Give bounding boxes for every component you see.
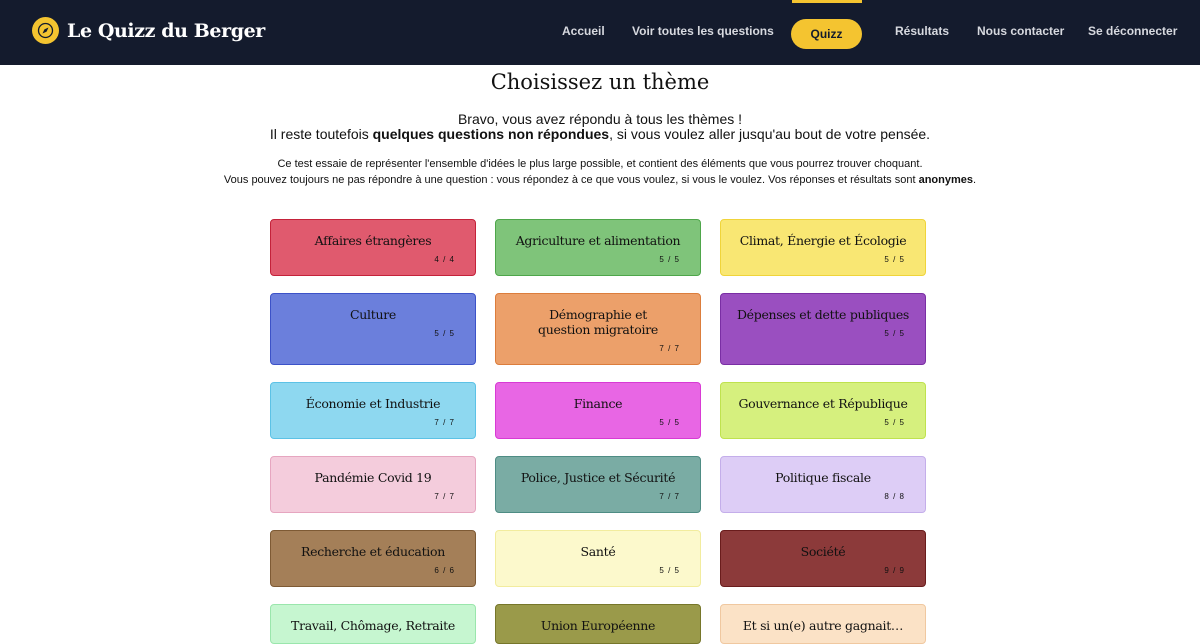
nav-link-logout[interactable]: Se déconnecter — [1088, 24, 1177, 38]
theme-card-title: Politique fiscale — [775, 470, 871, 485]
theme-card-title: Et si un(e) autre gagnait… — [742, 618, 904, 633]
nav-link-quizz[interactable]: Quizz — [791, 19, 862, 49]
theme-card-title: Police, Justice et Sécurité — [520, 470, 676, 485]
theme-card[interactable]: Société 9 / 9 — [720, 530, 926, 587]
theme-card[interactable]: Santé 5 / 5 — [495, 530, 701, 587]
theme-card-title: Affaires étrangères — [314, 233, 432, 248]
nav-link-accueil[interactable]: Accueil — [562, 24, 605, 38]
theme-card-title: Travail, Chômage, Retraite — [291, 618, 455, 633]
theme-card[interactable]: Affaires étrangères 4 / 4 — [270, 219, 476, 276]
theme-card-count: 5 / 5 — [884, 329, 905, 338]
theme-card[interactable]: Union Européenne — [495, 604, 701, 644]
theme-card-count: 9 / 9 — [884, 566, 905, 575]
intro-disclaimer: Ce test essaie de représenter l'ensemble… — [277, 158, 923, 170]
intro-congrats: Bravo, vous avez répondu à tous les thèm… — [457, 111, 743, 127]
intro-remaining-bold: quelques questions non répondues — [372, 126, 610, 142]
theme-card[interactable]: Pandémie Covid 19 7 / 7 — [270, 456, 476, 513]
nav-link-questions[interactable]: Voir toutes les questions — [632, 24, 774, 38]
theme-card-count: 7 / 7 — [434, 492, 455, 501]
intro-remaining-post: , si vous voulez aller jusqu'au bout de … — [609, 126, 931, 142]
theme-card[interactable]: Gouvernance et République 5 / 5 — [720, 382, 926, 439]
theme-card-count: 5 / 5 — [659, 418, 680, 427]
theme-card-count: 5 / 5 — [884, 255, 905, 264]
intro-anonymity-post: . — [973, 174, 977, 186]
page-title: Choisissez un thème — [490, 70, 710, 94]
intro-remaining-pre: Il reste toutefois — [269, 126, 373, 142]
theme-card-title: Économie et Industrie — [305, 396, 441, 411]
theme-card[interactable]: Recherche et éducation 6 / 6 — [270, 530, 476, 587]
intro-anonymity-pre: Vous pouvez toujours ne pas répondre à u… — [223, 174, 919, 186]
theme-card[interactable]: Dépenses et dette publiques 5 / 5 — [720, 293, 926, 365]
theme-card-count: 5 / 5 — [659, 255, 680, 264]
theme-card[interactable]: Culture 5 / 5 — [270, 293, 476, 365]
theme-card-count: 5 / 5 — [884, 418, 905, 427]
theme-card-count: 7 / 7 — [659, 344, 680, 353]
theme-card[interactable]: Police, Justice et Sécurité 7 / 7 — [495, 456, 701, 513]
theme-card-title: Climat, Énergie et Écologie — [739, 233, 907, 248]
theme-card[interactable]: Travail, Chômage, Retraite — [270, 604, 476, 644]
theme-card-count: 7 / 7 — [659, 492, 680, 501]
theme-card[interactable]: Agriculture et alimentation 5 / 5 — [495, 219, 701, 276]
theme-card-title: Agriculture et alimentation — [515, 233, 681, 248]
theme-card-count: 6 / 6 — [434, 566, 455, 575]
theme-card-title: Culture — [350, 307, 396, 322]
theme-card-title: Recherche et éducation — [301, 544, 445, 559]
theme-card-title: Pandémie Covid 19 — [314, 470, 432, 485]
theme-card-title: Santé — [580, 544, 616, 559]
theme-card-count: 8 / 8 — [884, 492, 905, 501]
brand-title: Le Quizz du Berger — [67, 19, 265, 42]
theme-card-title: Gouvernance et République — [738, 396, 908, 411]
nav-active-indicator — [792, 0, 862, 3]
theme-card[interactable]: Démographie et question migratoire 7 / 7 — [495, 293, 701, 365]
top-navbar: Le Quizz du Berger Accueil Voir toutes l… — [0, 0, 1200, 65]
theme-card-count: 7 / 7 — [434, 418, 455, 427]
theme-card-title: Union Européenne — [540, 618, 656, 633]
intro-anonymity-bold: anonymes — [918, 174, 974, 186]
brand[interactable]: Le Quizz du Berger — [32, 17, 265, 44]
theme-card[interactable]: Économie et Industrie 7 / 7 — [270, 382, 476, 439]
theme-card-title: Démographie et question migratoire — [538, 307, 658, 337]
nav-link-contact[interactable]: Nous contacter — [977, 24, 1064, 38]
theme-card-title: Dépenses et dette publiques — [736, 307, 910, 322]
intro-remaining: Il reste toutefois quelques questions no… — [0, 127, 1200, 142]
theme-card-title: Société — [800, 544, 846, 559]
theme-card-count: 5 / 5 — [659, 566, 680, 575]
theme-card-title: Finance — [573, 396, 623, 411]
theme-card[interactable]: Et si un(e) autre gagnait… — [720, 604, 926, 644]
compass-icon — [32, 17, 59, 44]
theme-card-count: 5 / 5 — [434, 329, 455, 338]
theme-card[interactable]: Climat, Énergie et Écologie 5 / 5 — [720, 219, 926, 276]
theme-card-count: 4 / 4 — [434, 255, 455, 264]
nav-link-resultats[interactable]: Résultats — [895, 24, 949, 38]
theme-card[interactable]: Finance 5 / 5 — [495, 382, 701, 439]
theme-card[interactable]: Politique fiscale 8 / 8 — [720, 456, 926, 513]
intro-anonymity: Vous pouvez toujours ne pas répondre à u… — [0, 174, 1200, 187]
